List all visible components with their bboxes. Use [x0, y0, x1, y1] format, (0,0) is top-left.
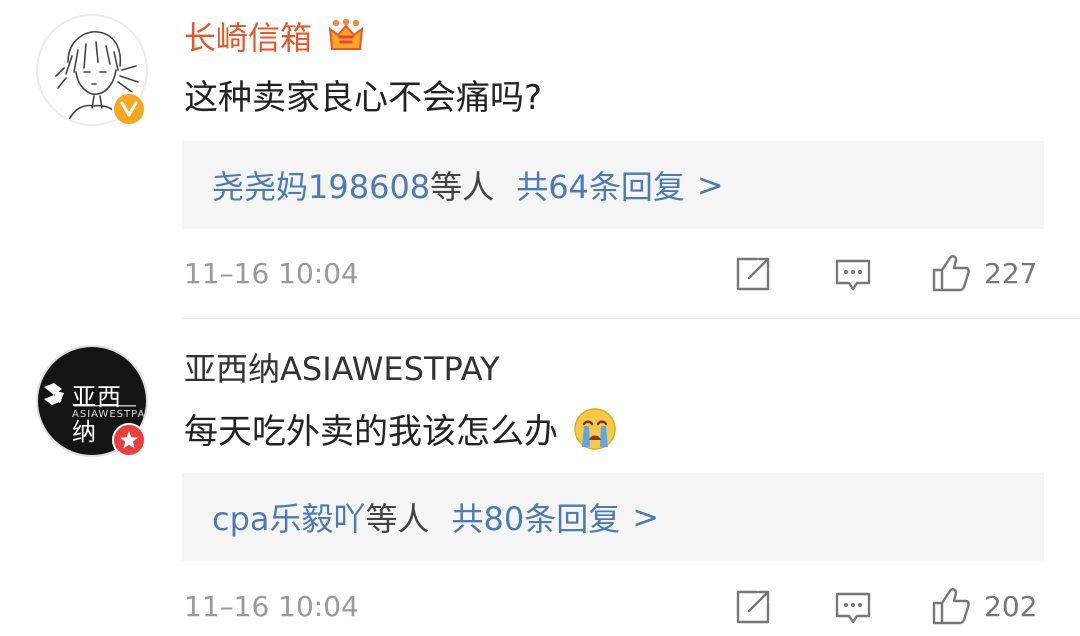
timestamp: 11–16 10:04	[184, 590, 359, 623]
comment-item: 长崎信箱 这种卖家良心不会痛吗? 尧尧妈198608 等人 共64条回复 > 1…	[0, 0, 1080, 318]
reply-count[interactable]: 共80条回复	[452, 494, 621, 540]
avatar[interactable]: 亚西纳 ASIAWESTPAY	[36, 345, 148, 457]
avatar-logo-subtext: ASIAWESTPAY	[72, 409, 148, 420]
username-text[interactable]: 长崎信箱	[184, 19, 312, 57]
comment-button[interactable]	[835, 258, 871, 292]
avatar[interactable]	[36, 14, 148, 126]
chevron-right-icon: >	[696, 166, 724, 204]
comment-button[interactable]	[835, 591, 871, 625]
share-icon	[736, 590, 770, 624]
crying-face-icon	[573, 407, 617, 462]
like-button[interactable]: 202	[932, 587, 1037, 625]
repost-button[interactable]	[735, 256, 771, 292]
like-count: 202	[984, 589, 1038, 623]
vip-crown-icon	[328, 18, 364, 62]
comment-text: 每天吃外卖的我该怎么办	[184, 407, 617, 462]
reply-suffix: 等人	[430, 168, 495, 206]
red-star-badge-icon	[112, 423, 146, 457]
chevron-right-icon: >	[632, 498, 660, 536]
reply-suffix: 等人	[365, 500, 430, 538]
thumbs-up-icon	[932, 588, 970, 625]
username[interactable]: 长崎信箱	[184, 18, 364, 62]
reply-users-link[interactable]: cpa乐毅吖	[212, 494, 366, 540]
share-icon	[736, 257, 770, 291]
comment-text-content: 每天吃外卖的我该怎么办	[184, 412, 558, 452]
comment-icon	[835, 259, 871, 291]
comment-item: 亚西纳 ASIAWESTPAY 亚西纳ASIAWESTPAY 每天吃外卖的我该怎…	[0, 319, 1080, 636]
like-button[interactable]: 227	[932, 254, 1037, 292]
username[interactable]: 亚西纳ASIAWESTPAY	[184, 349, 500, 389]
comment-icon	[835, 592, 871, 624]
orange-v-badge-icon	[112, 92, 146, 126]
replies-preview-button[interactable]: 尧尧妈198608 等人 共64条回复 >	[182, 141, 1044, 229]
reply-users-link[interactable]: 尧尧妈198608	[212, 162, 430, 208]
replies-preview-button[interactable]: cpa乐毅吖 等人 共80条回复 >	[182, 473, 1044, 561]
thumbs-up-icon	[932, 255, 970, 292]
comment-text: 这种卖家良心不会痛吗?	[184, 78, 543, 118]
timestamp: 11–16 10:04	[184, 257, 359, 290]
like-count: 227	[984, 256, 1038, 290]
repost-button[interactable]	[735, 589, 771, 625]
reply-count[interactable]: 共64条回复	[516, 162, 685, 208]
